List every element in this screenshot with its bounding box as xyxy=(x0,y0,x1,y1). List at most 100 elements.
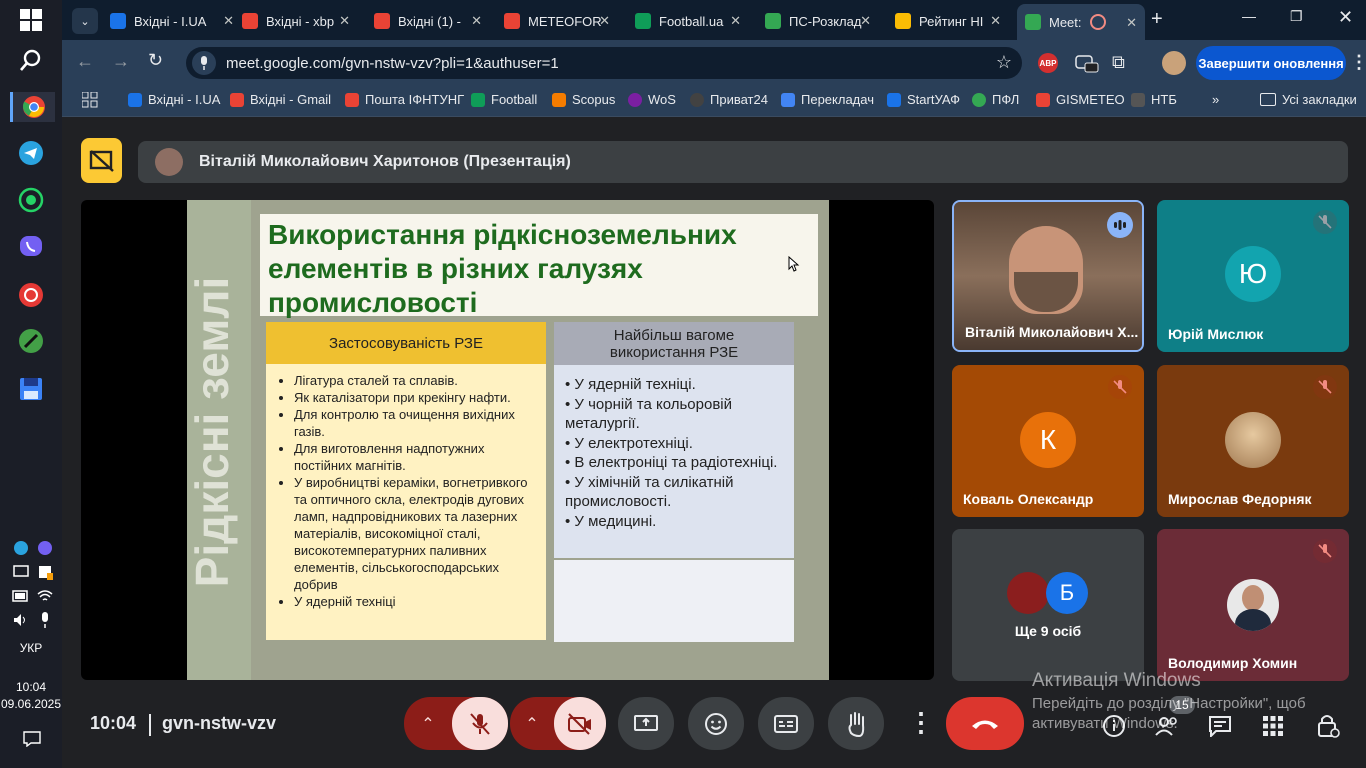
bookmark-translator[interactable]: Перекладач xyxy=(781,92,874,107)
apps-grid-icon[interactable] xyxy=(82,92,98,108)
raise-hand-button[interactable] xyxy=(828,697,884,750)
close-icon[interactable]: ✕ xyxy=(990,13,1001,29)
leave-call-button[interactable] xyxy=(946,697,1024,750)
more-menu-icon[interactable]: ⋮ xyxy=(1350,52,1366,73)
captions-button[interactable] xyxy=(758,697,814,750)
microphone-tray-icon[interactable] xyxy=(36,611,54,629)
stop-presenting-button[interactable] xyxy=(81,138,122,183)
wos-icon xyxy=(628,92,642,107)
notifications-icon[interactable] xyxy=(22,730,42,748)
tab-gmail-2[interactable]: Вхідні (1) - ✕ xyxy=(374,8,482,34)
site-info-icon[interactable] xyxy=(192,51,216,75)
more-options-icon[interactable]: ⋮ xyxy=(908,707,934,738)
mic-options-button[interactable]: ⌃ xyxy=(404,714,452,734)
tab-label: ПС-Розклад xyxy=(789,13,862,29)
avatar xyxy=(1007,572,1049,614)
battery-icon[interactable] xyxy=(12,587,30,605)
bookmark-gmail[interactable]: Вхідні - Gmail xyxy=(230,92,331,107)
save-app-icon[interactable] xyxy=(16,374,46,404)
window-close-icon[interactable]: ✕ xyxy=(1338,7,1353,28)
telegram-tray-icon[interactable] xyxy=(12,539,30,557)
all-bookmarks[interactable]: Усі закладки xyxy=(1260,92,1357,107)
gismeteo-icon xyxy=(1036,92,1050,107)
language-indicator[interactable]: УКР xyxy=(0,641,62,655)
bookmark-startuaf[interactable]: StartУАФ xyxy=(887,92,960,107)
back-icon[interactable]: ← xyxy=(76,51,94,72)
close-icon[interactable]: ✕ xyxy=(1126,15,1137,31)
wifi-icon[interactable] xyxy=(36,587,54,605)
restore-icon[interactable]: ❐ xyxy=(1290,8,1303,25)
bookmark-star-icon[interactable]: ☆ xyxy=(996,52,1012,73)
tab-iua[interactable]: Вхідні - I.UA ✕ xyxy=(110,8,234,34)
bookmark-football[interactable]: Football xyxy=(471,92,537,107)
profile-avatar[interactable] xyxy=(1162,51,1186,75)
bookmark-ntb[interactable]: НТБ xyxy=(1131,92,1177,107)
minimize-icon[interactable]: — xyxy=(1242,8,1256,24)
participant-tile[interactable]: Мирослав Федорняк xyxy=(1157,365,1349,517)
windows-start-icon[interactable] xyxy=(16,5,46,35)
more-bookmarks-icon[interactable]: » xyxy=(1212,92,1219,107)
participant-tile-presenter[interactable]: Віталій Миколайович Х... xyxy=(952,200,1144,352)
activities-icon[interactable] xyxy=(1262,715,1284,737)
close-icon[interactable]: ✕ xyxy=(730,13,741,29)
participant-tile[interactable]: К Коваль Олександр xyxy=(952,365,1144,517)
media-player-icon[interactable] xyxy=(16,280,46,310)
viber-tray-icon[interactable] xyxy=(36,539,54,557)
participant-tile-others[interactable]: Б Ще 9 осіб xyxy=(952,529,1144,681)
whatsapp-icon[interactable] xyxy=(16,185,46,215)
schedule-icon xyxy=(765,13,781,29)
close-icon[interactable]: ✕ xyxy=(223,13,234,29)
presentation-stage: Рідкісні землі Використання рідкісноземе… xyxy=(81,200,934,680)
bookmark-privat24[interactable]: Приват24 xyxy=(690,92,768,107)
extension-off-icon[interactable] xyxy=(1075,53,1099,73)
emoji-button[interactable] xyxy=(688,697,744,750)
bookmark-wos[interactable]: WoS xyxy=(628,92,676,107)
mic-toggle-button[interactable] xyxy=(452,697,508,750)
extensions-puzzle-icon[interactable]: ⧉ xyxy=(1112,52,1125,73)
forward-icon[interactable]: → xyxy=(112,51,130,72)
camera-options-button[interactable]: ⌃ xyxy=(510,714,554,734)
security-tray-icon[interactable] xyxy=(36,563,54,581)
chrome-taskbar-icon[interactable] xyxy=(10,92,55,122)
volume-icon[interactable] xyxy=(12,611,30,629)
tab-gmail-1[interactable]: Вхідні - xbp ✕ xyxy=(242,8,350,34)
bookmark-mail-ifntung[interactable]: Пошта ІФНТУНГ xyxy=(345,92,464,107)
taskbar-date[interactable]: 09.06.2025 xyxy=(0,697,62,711)
adblock-icon[interactable]: ABP xyxy=(1038,53,1058,73)
present-screen-button[interactable] xyxy=(618,697,674,750)
url-text[interactable]: meet.google.com/gvn-nstw-vzv?pli=1&authu… xyxy=(226,55,559,72)
close-icon[interactable]: ✕ xyxy=(860,13,871,29)
address-bar[interactable]: meet.google.com/gvn-nstw-vzv?pli=1&authu… xyxy=(186,47,1022,79)
close-icon[interactable]: ✕ xyxy=(339,13,350,29)
taskbar-time[interactable]: 10:04 xyxy=(0,680,62,694)
telegram-icon[interactable] xyxy=(16,138,46,168)
bookmark-pfl[interactable]: ПФЛ xyxy=(972,92,1019,107)
chevron-down-icon: ⌄ xyxy=(80,15,90,28)
display-tray-icon[interactable] xyxy=(12,563,30,581)
bookmark-gismeteo[interactable]: GISMETEO xyxy=(1036,92,1125,107)
app-icon[interactable] xyxy=(16,326,46,356)
reload-icon[interactable]: ↻ xyxy=(148,50,163,71)
close-icon[interactable]: ✕ xyxy=(599,13,610,29)
close-icon[interactable]: ✕ xyxy=(471,13,482,29)
participant-tile[interactable]: Володимир Хомин xyxy=(1157,529,1349,681)
bookmark-scopus[interactable]: Scopus xyxy=(552,92,615,107)
new-tab-icon[interactable]: + xyxy=(1151,8,1163,31)
host-controls-icon[interactable] xyxy=(1316,713,1340,739)
camera-toggle-button[interactable] xyxy=(554,697,606,750)
search-icon[interactable] xyxy=(16,45,46,75)
bookmark-iua[interactable]: Вхідні - I.UA xyxy=(128,92,220,107)
tab-football[interactable]: Football.ua ✕ xyxy=(635,8,741,34)
tab-meet[interactable]: Meet: ✕ xyxy=(1017,4,1145,40)
tab-rating[interactable]: Рейтинг НІ ✕ xyxy=(895,8,1001,34)
slide-right-item: • В електроніці та радіотехніці. xyxy=(565,454,778,471)
tab-meteofor[interactable]: METEOFOR ✕ xyxy=(504,8,610,34)
slide-title: Використання рідкісноземельних елементів… xyxy=(268,219,737,318)
tab-schedule[interactable]: ПС-Розклад ✕ xyxy=(765,8,871,34)
update-chrome-button[interactable]: Завершити оновлення xyxy=(1196,46,1346,80)
participant-tile[interactable]: Ю Юрій Мислюк xyxy=(1157,200,1349,352)
viber-icon[interactable] xyxy=(16,232,46,262)
tab-search-button[interactable]: ⌄ xyxy=(72,8,98,34)
chat-icon[interactable] xyxy=(1208,715,1232,739)
windows-taskbar: УКР 10:04 09.06.2025 xyxy=(0,0,62,768)
